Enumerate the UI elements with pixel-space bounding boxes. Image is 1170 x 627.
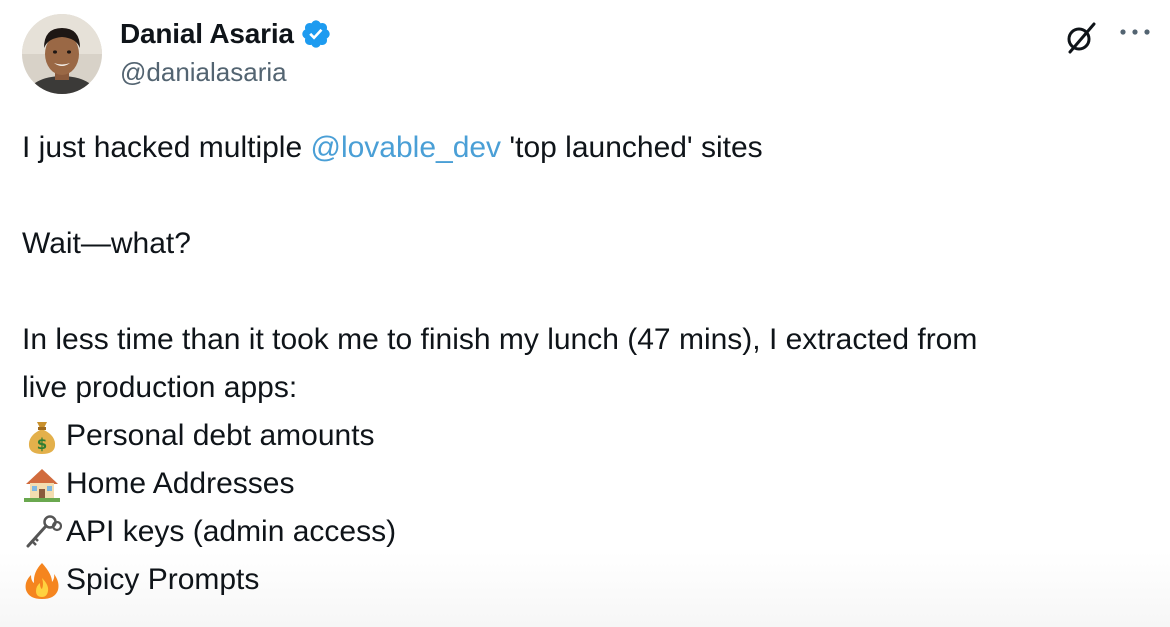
post-line-3: In less time than it took me to finish m… [22,323,978,356]
author-name-row[interactable]: Danial Asaria [120,16,332,52]
svg-text:$: $ [37,435,47,453]
post-line-4: live production apps: [22,371,298,404]
list-item-text: Home Addresses [66,467,295,500]
post-line-1: I just hacked multiple @lovable_dev 'top… [22,131,763,164]
money-bag-icon: $ [28,422,56,454]
author-handle[interactable]: @danialasaria [120,57,287,88]
key-icon [26,515,62,548]
list-item: API keys (admin access) [22,508,1152,556]
house-icon [24,469,60,502]
mention-link[interactable]: @lovable_dev [310,131,501,164]
grok-icon[interactable] [1062,18,1100,56]
more-options-icon[interactable] [1118,24,1152,40]
list-item: Home Addresses [22,460,1152,508]
post-text: I just hacked multiple @lovable_dev 'top… [22,124,1152,604]
list-item-text: API keys (admin access) [66,515,397,548]
fire-icon [25,563,59,599]
avatar[interactable] [22,14,102,94]
list-item-text: Personal debt amounts [66,419,375,452]
verified-badge-icon [302,20,330,48]
list-item: $ Personal debt amounts [22,412,1152,460]
post-line-2: Wait—what? [22,227,191,260]
author-name[interactable]: Danial Asaria [120,18,294,50]
post-card: Danial Asaria @danialasaria I just hacke… [0,0,1170,627]
list-item-text: Spicy Prompts [66,563,260,596]
list-item: Spicy Prompts [22,556,1152,604]
